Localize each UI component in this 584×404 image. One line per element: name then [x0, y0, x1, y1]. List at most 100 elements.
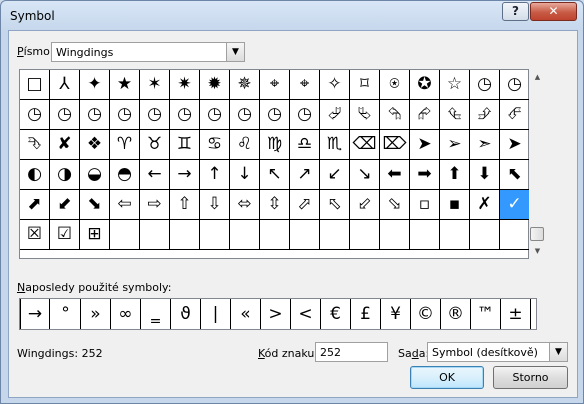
recent-symbol-cell[interactable]: ¥: [381, 299, 411, 329]
grid-scrollbar[interactable]: ▲ ▼: [529, 69, 546, 259]
recent-symbols[interactable]: → °» ∞ ‗ ϑ | «> < € £ ¥ © ® ™ ±: [19, 298, 537, 330]
symbol-cell[interactable]: ⬀: [290, 190, 320, 220]
symbol-cell[interactable]: ⮵: [470, 100, 500, 130]
symbol-cell[interactable]: ☆: [440, 70, 470, 100]
scroll-down-icon[interactable]: ▼: [529, 243, 546, 259]
symbol-cell[interactable]: ➢: [440, 130, 470, 160]
symbol-cell[interactable]: ⬈: [20, 190, 50, 220]
recent-symbol-cell[interactable]: |: [201, 299, 231, 329]
symbol-cell[interactable]: ♏: [320, 130, 350, 160]
recent-symbol-cell[interactable]: ‗: [141, 299, 171, 329]
symbol-cell[interactable]: ⬂: [380, 190, 410, 220]
symbol-cell[interactable]: ◷: [230, 100, 260, 130]
symbol-cell[interactable]: [440, 220, 470, 250]
symbol-cell[interactable]: ↙: [320, 160, 350, 190]
symbol-cell[interactable]: ♉: [140, 130, 170, 160]
symbol-cell[interactable]: ☒: [20, 220, 50, 250]
symbol-cell[interactable]: ↓: [230, 160, 260, 190]
symbol-cell[interactable]: ✘: [50, 130, 80, 160]
symbol-cell[interactable]: ⇨: [140, 190, 170, 220]
help-button[interactable]: ?: [502, 2, 529, 21]
symbol-cell[interactable]: [350, 220, 380, 250]
ok-button[interactable]: OK: [410, 366, 484, 389]
symbol-cell[interactable]: [110, 220, 140, 250]
symbol-cell[interactable]: ◷: [170, 100, 200, 130]
recent-symbol-cell[interactable]: <: [291, 299, 321, 329]
recent-symbol-cell[interactable]: ©: [411, 299, 441, 329]
symbol-cell[interactable]: [260, 220, 290, 250]
symbol-cell[interactable]: ⮶: [500, 100, 530, 130]
symbol-cell[interactable]: ✓: [500, 190, 530, 220]
symbol-cell[interactable]: ⮲: [380, 100, 410, 130]
symbol-cell[interactable]: ◷: [110, 100, 140, 130]
symbol-cell[interactable]: ★: [110, 70, 140, 100]
recent-symbol-cell[interactable]: »: [81, 299, 111, 329]
symbol-cell[interactable]: ➤: [410, 130, 440, 160]
recent-symbol-cell[interactable]: ±: [501, 299, 531, 329]
symbol-grid[interactable]: □ ⅄ ✦ ★ ✶ ✷ ✹ ✵ ⌖ ⌖ ✧ ⌑ ⍟ ✪ ☆ ◷ ◷ ◷ ◷ ◷ ◷ ◷ ◷ ◷ ◷ ◷ ◷ ⮰ ⮱ ⮲ ⮳ ⮴ ⮵ ⮶ ⮷ ✘ ❖ ♈ ♉ ♊…: [19, 69, 530, 259]
recent-symbol-cell[interactable]: ∞: [111, 299, 141, 329]
font-select[interactable]: Wingdings ▼: [51, 42, 245, 62]
symbol-cell[interactable]: [170, 220, 200, 250]
symbol-cell[interactable]: ⬄: [230, 190, 260, 220]
recent-symbol-cell[interactable]: «: [231, 299, 261, 329]
chevron-down-icon[interactable]: ▼: [549, 343, 567, 361]
scroll-thumb[interactable]: [530, 227, 544, 241]
symbol-cell[interactable]: ➣: [470, 130, 500, 160]
recent-symbol-cell[interactable]: £: [351, 299, 381, 329]
symbol-cell[interactable]: ↗: [290, 160, 320, 190]
recent-symbol-cell[interactable]: €: [321, 299, 351, 329]
symbol-cell[interactable]: ✪: [410, 70, 440, 100]
symbol-cell[interactable]: ✶: [140, 70, 170, 100]
symbol-cell[interactable]: ▪: [440, 190, 470, 220]
symbol-cell[interactable]: ✷: [170, 70, 200, 100]
symbol-cell[interactable]: [290, 220, 320, 250]
recent-symbol-cell[interactable]: ®: [441, 299, 471, 329]
symbol-cell[interactable]: ⊞: [80, 220, 110, 250]
symbol-cell[interactable]: ⮳: [410, 100, 440, 130]
symbol-cell[interactable]: ⌑: [350, 70, 380, 100]
symbol-cell[interactable]: [230, 220, 260, 250]
cancel-button[interactable]: Storno: [493, 366, 568, 389]
symbol-cell[interactable]: ◓: [110, 160, 140, 190]
recent-symbol-cell[interactable]: °: [51, 299, 81, 329]
symbol-cell[interactable]: ◷: [50, 100, 80, 130]
symbol-cell[interactable]: ◐: [20, 160, 50, 190]
symbol-cell[interactable]: ✵: [230, 70, 260, 100]
symbol-cell[interactable]: ♊: [170, 130, 200, 160]
symbol-cell[interactable]: ◷: [80, 100, 110, 130]
symbol-cell[interactable]: ⬋: [50, 190, 80, 220]
symbol-cell[interactable]: ⬉: [500, 160, 530, 190]
symbol-cell[interactable]: ◷: [200, 100, 230, 130]
symbol-cell[interactable]: →: [170, 160, 200, 190]
symbol-cell[interactable]: ⬇: [470, 160, 500, 190]
symbol-cell[interactable]: [200, 220, 230, 250]
symbol-cell[interactable]: ⮰: [320, 100, 350, 130]
symbol-cell[interactable]: [470, 220, 500, 250]
symbol-cell[interactable]: ⇦: [110, 190, 140, 220]
charset-select[interactable]: Symbol (desítkově) ▼: [427, 342, 568, 362]
symbol-cell[interactable]: ♌: [230, 130, 260, 160]
symbol-cell[interactable]: ◷: [500, 70, 530, 100]
symbol-cell[interactable]: ↑: [200, 160, 230, 190]
symbol-cell[interactable]: ⮱: [350, 100, 380, 130]
symbol-cell[interactable]: ♈: [110, 130, 140, 160]
symbol-cell[interactable]: [410, 220, 440, 250]
symbol-cell[interactable]: ♍: [260, 130, 290, 160]
symbol-cell[interactable]: [380, 220, 410, 250]
symbol-cell[interactable]: ✦: [80, 70, 110, 100]
symbol-cell[interactable]: ◷: [20, 100, 50, 130]
symbol-cell[interactable]: ◑: [50, 160, 80, 190]
symbol-cell[interactable]: [320, 220, 350, 250]
symbol-cell[interactable]: ▫: [410, 190, 440, 220]
symbol-cell[interactable]: ➤: [500, 130, 530, 160]
symbol-cell[interactable]: ♋: [200, 130, 230, 160]
symbol-cell[interactable]: ⅄: [50, 70, 80, 100]
symbol-cell[interactable]: ⌦: [380, 130, 410, 160]
symbol-cell[interactable]: ✹: [200, 70, 230, 100]
symbol-cell[interactable]: ⮴: [440, 100, 470, 130]
symbol-cell[interactable]: ✧: [320, 70, 350, 100]
symbol-cell[interactable]: ◒: [80, 160, 110, 190]
symbol-cell[interactable]: ←: [140, 160, 170, 190]
symbol-cell[interactable]: ⌫: [350, 130, 380, 160]
